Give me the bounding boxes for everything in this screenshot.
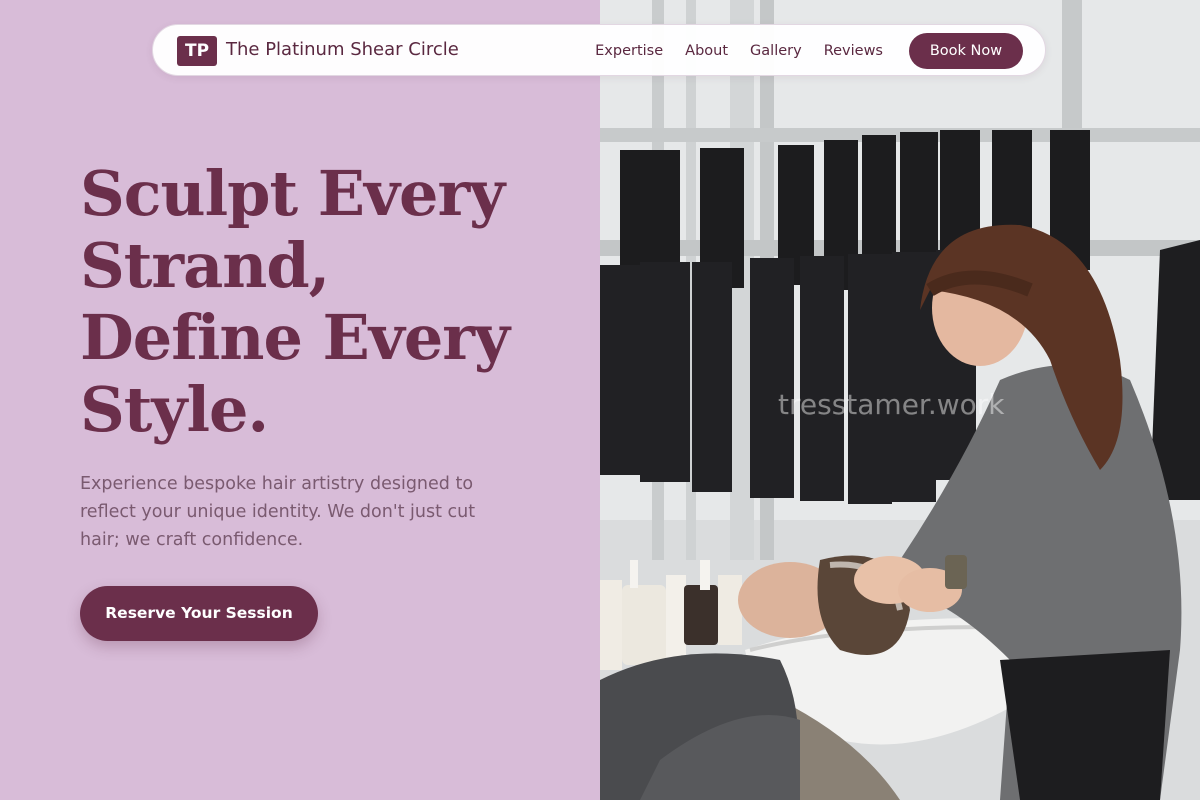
reserve-session-button[interactable]: Reserve Your Session	[80, 586, 318, 641]
nav-link-expertise[interactable]: Expertise	[595, 40, 663, 62]
hero-headline: Sculpt Every Strand, Define Every Style.	[80, 158, 560, 446]
nav-link-gallery[interactable]: Gallery	[750, 40, 802, 62]
headline-line: Define Every	[80, 301, 510, 374]
nav-link-about[interactable]: About	[685, 40, 728, 62]
hero-subtext: Experience bespoke hair artistry designe…	[80, 474, 476, 550]
book-now-button[interactable]: Book Now	[909, 33, 1023, 69]
headline-line: Strand,	[80, 229, 330, 302]
landing-page: Sculpt Every Strand, Define Every Style.…	[0, 0, 1200, 800]
brand-name[interactable]: The Platinum Shear Circle	[226, 38, 459, 62]
salon-photo: tresstamer.work	[600, 0, 1200, 800]
nav-link-reviews[interactable]: Reviews	[824, 40, 883, 62]
logo-mark[interactable]: TP	[177, 36, 217, 66]
headline-line: Sculpt Every	[80, 157, 505, 230]
nav-links: Expertise About Gallery Reviews	[573, 40, 883, 62]
headline-line: Style.	[80, 373, 269, 446]
photo-watermark: tresstamer.work	[778, 388, 1005, 421]
hero-left-panel: Sculpt Every Strand, Define Every Style.…	[0, 0, 600, 800]
top-navigation-bar: TP The Platinum Shear Circle Expertise A…	[152, 24, 1046, 76]
